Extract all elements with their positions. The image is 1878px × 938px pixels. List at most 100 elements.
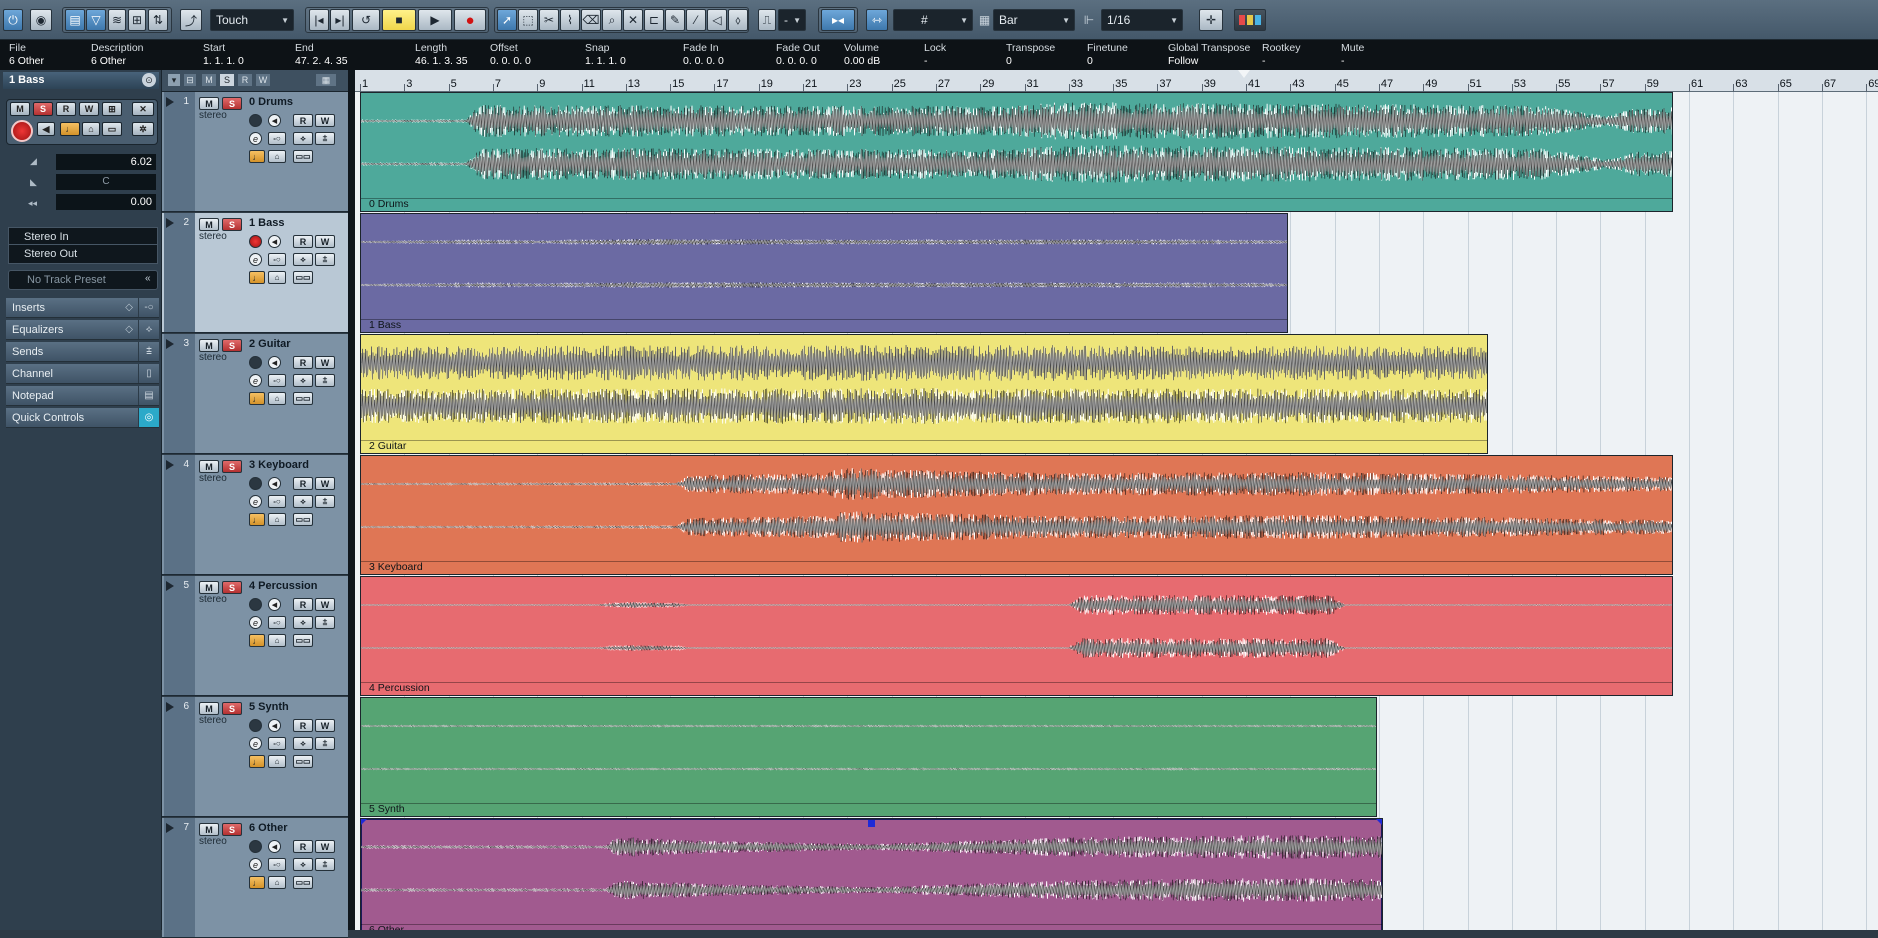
read-button[interactable]: R xyxy=(293,356,313,369)
track-preset-field[interactable]: No Track Preset xyxy=(8,270,158,290)
record-enable-icon[interactable] xyxy=(249,114,262,127)
auto-scroll-icon[interactable]: ⎍ xyxy=(758,9,776,31)
monitor-icon[interactable]: ◀ xyxy=(268,477,281,490)
record-icon[interactable]: ● xyxy=(454,9,486,31)
split-icon[interactable]: ✂ xyxy=(539,9,559,31)
info-field-value[interactable]: 0. 0. 0. 0 xyxy=(490,55,531,68)
mute-button[interactable]: M xyxy=(199,218,219,231)
info-field[interactable]: Transpose 0 xyxy=(1006,42,1055,68)
time-base-icon[interactable]: ♩ xyxy=(249,271,265,284)
zoom-icon[interactable]: ⌕ xyxy=(602,9,622,31)
info-field-value[interactable]: - xyxy=(1341,55,1364,68)
edit-channel-icon[interactable]: e xyxy=(249,374,262,387)
mute-button[interactable]: M xyxy=(199,97,219,110)
audio-event[interactable]: 0 Drums xyxy=(360,92,1673,212)
show-infoline-icon[interactable]: ▽ xyxy=(86,9,106,31)
info-field[interactable]: Snap 1. 1. 1. 0 xyxy=(585,42,626,68)
project-cursor-marker[interactable] xyxy=(1238,70,1250,78)
delay-value[interactable]: 0.00 xyxy=(56,194,156,210)
info-field-value[interactable]: 0 xyxy=(1006,55,1055,68)
read-button[interactable]: R xyxy=(293,840,313,853)
crosshair-icon[interactable]: ✛ xyxy=(1199,9,1223,31)
mute-button[interactable]: M xyxy=(199,702,219,715)
glue-icon[interactable]: ⌇ xyxy=(560,9,580,31)
lanes-icon[interactable]: ▭▭ xyxy=(293,634,313,647)
info-field-value[interactable]: 0.00 dB xyxy=(844,55,880,68)
edit-channel-icon[interactable]: e xyxy=(249,616,262,629)
record-enable-icon[interactable] xyxy=(249,477,262,490)
info-field[interactable]: Start 1. 1. 1. 0 xyxy=(203,42,244,68)
track-row[interactable]: 2 M S 1 Bass stereo ◀ R W e -○ ⟡ ⩲ ♩ ⌂ ▭… xyxy=(162,213,348,333)
show-inspector-icon[interactable]: ▤ xyxy=(65,9,85,31)
stop-icon[interactable]: ■ xyxy=(382,9,416,31)
lock-icon[interactable]: ⌂ xyxy=(268,513,286,526)
expand-arrow-icon[interactable] xyxy=(166,97,174,107)
lanes-icon[interactable]: ▭▭ xyxy=(293,392,313,405)
send-bypass-icon[interactable]: ⩲ xyxy=(315,495,335,508)
write-button[interactable]: W xyxy=(315,235,335,248)
go-to-start-icon[interactable]: |◂ xyxy=(309,9,329,31)
time-base-icon[interactable]: ♩ xyxy=(249,755,265,768)
insert-bypass-icon[interactable]: -○ xyxy=(268,253,286,266)
info-field[interactable]: Description 6 Other xyxy=(91,42,144,68)
play-tool-icon[interactable]: ◁ xyxy=(707,9,727,31)
track-name[interactable]: 3 Keyboard xyxy=(249,459,309,471)
lock-icon[interactable]: ⌂ xyxy=(268,634,286,647)
track-row[interactable]: 5 M S 4 Percussion stereo ◀ R W e -○ ⟡ ⩲… xyxy=(162,576,348,696)
track-name[interactable]: 5 Synth xyxy=(249,701,289,713)
edit-channel-icon[interactable]: e xyxy=(249,737,262,750)
lock-icon[interactable]: ⌂ xyxy=(268,755,286,768)
global-read-icon[interactable]: R xyxy=(238,74,252,86)
collapse-icon[interactable]: « xyxy=(145,273,151,284)
line-icon[interactable]: ⁄ xyxy=(686,9,706,31)
eq-bypass-icon[interactable]: ⟡ xyxy=(293,858,313,871)
info-field[interactable]: Finetune 0 xyxy=(1087,42,1128,68)
edit-channel-icon[interactable]: e xyxy=(249,858,262,871)
lock-icon[interactable]: ⌂ xyxy=(268,392,286,405)
insert-bypass-icon[interactable]: -○ xyxy=(268,737,286,750)
track-name[interactable]: 2 Guitar xyxy=(249,338,291,350)
time-base-icon[interactable]: ♩ xyxy=(249,150,265,163)
mute-button[interactable]: M xyxy=(199,823,219,836)
info-field-value[interactable]: 0 xyxy=(1087,55,1128,68)
insert-bypass-icon[interactable]: -○ xyxy=(268,374,286,387)
monitor-icon[interactable]: ◀ xyxy=(268,719,281,732)
section-inserts[interactable]: Inserts ◇ -○ xyxy=(6,298,159,318)
draw-icon[interactable]: ✎ xyxy=(665,9,685,31)
track-row[interactable]: 1 M S 0 Drums stereo ◀ R W e -○ ⟡ ⩲ ♩ ⌂ … xyxy=(162,92,348,212)
erase-icon[interactable]: ⌫ xyxy=(581,9,601,31)
channel-settings-icon[interactable]: ✲ xyxy=(132,122,154,136)
inspector-read-button[interactable]: R xyxy=(56,102,76,116)
solo-button[interactable]: S xyxy=(222,97,242,110)
lock-icon[interactable]: ⌂ xyxy=(268,271,286,284)
add-track-icon[interactable]: ▾ xyxy=(168,74,180,86)
read-button[interactable]: R xyxy=(293,719,313,732)
volume-value[interactable]: 6.02 xyxy=(56,154,156,170)
inspector-write-button[interactable]: W xyxy=(79,102,99,116)
lock-icon[interactable]: ⌂ xyxy=(268,876,286,889)
inspector-track-name[interactable]: 1 Bass xyxy=(3,72,159,89)
monitor-icon[interactable]: ◀ xyxy=(268,235,281,248)
color-menu-icon[interactable] xyxy=(1234,9,1266,31)
info-field-value[interactable]: 1. 1. 1. 0 xyxy=(585,55,626,68)
global-solo-icon[interactable]: S xyxy=(220,74,234,86)
audio-event[interactable]: 6 Other xyxy=(360,818,1383,930)
record-enable-icon[interactable] xyxy=(249,719,262,732)
time-base-icon[interactable]: ♩ xyxy=(60,122,80,136)
section-channel[interactable]: Channel ▯ xyxy=(6,364,159,384)
record-enable-icon[interactable] xyxy=(11,120,33,142)
section-quick-controls[interactable]: Quick Controls ◎ xyxy=(6,408,159,428)
eq-bypass-icon[interactable]: ⟡ xyxy=(293,737,313,750)
comp-icon[interactable]: ⊏ xyxy=(644,9,664,31)
freeze-icon[interactable]: ✕ xyxy=(132,102,154,116)
info-field[interactable]: End 47. 2. 4. 35 xyxy=(295,42,348,68)
record-enable-icon[interactable] xyxy=(249,356,262,369)
range-selection-icon[interactable]: ⬚ xyxy=(518,9,538,31)
info-field-value[interactable]: 47. 2. 4. 35 xyxy=(295,55,348,68)
go-to-end-icon[interactable]: ▸| xyxy=(330,9,350,31)
info-field-value[interactable]: - xyxy=(924,55,946,68)
read-button[interactable]: R xyxy=(293,235,313,248)
info-field[interactable]: Length 46. 1. 3. 35 xyxy=(415,42,468,68)
audio-event[interactable]: 4 Percussion xyxy=(360,576,1673,696)
eq-bypass-icon[interactable]: ⟡ xyxy=(293,374,313,387)
